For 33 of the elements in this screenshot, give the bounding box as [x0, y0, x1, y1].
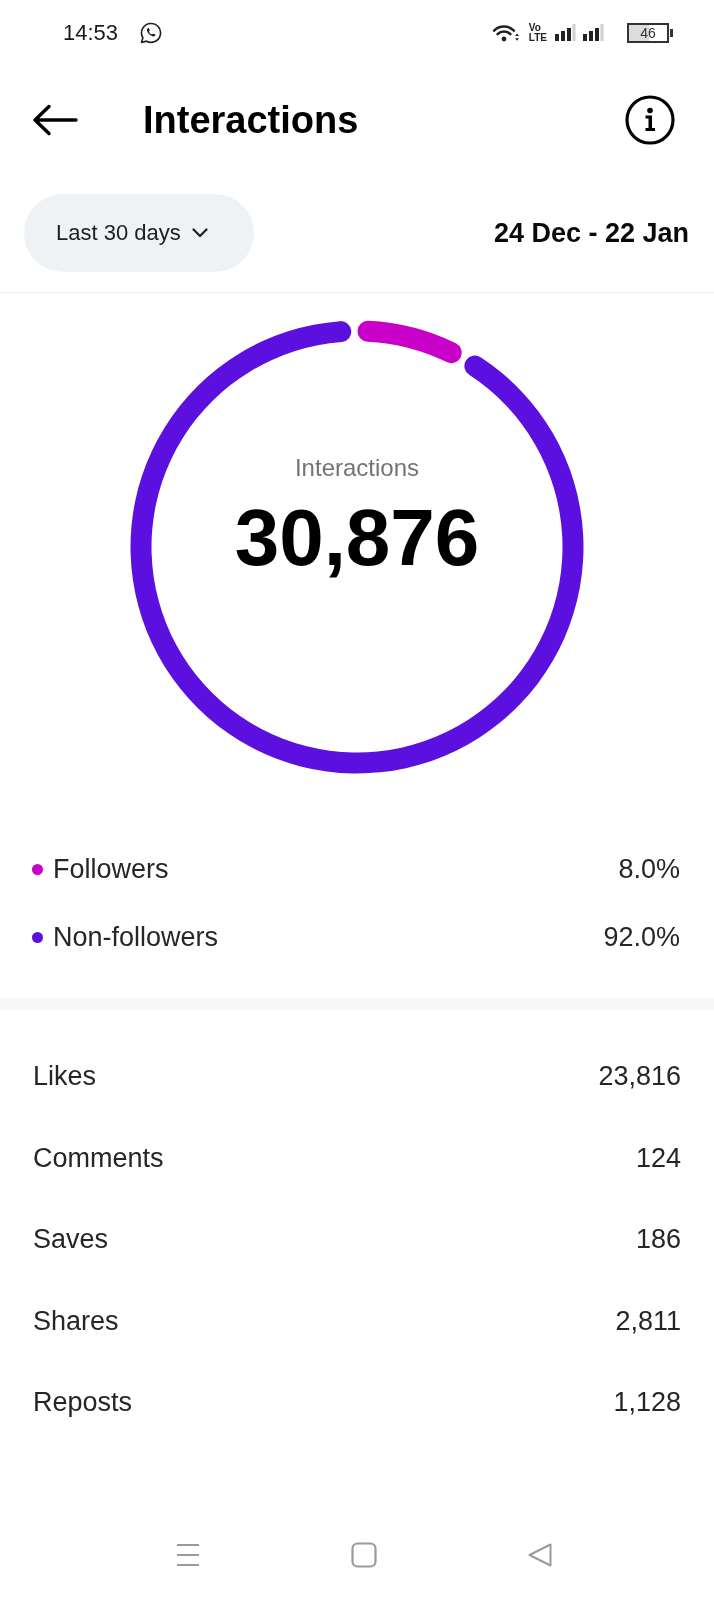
- square-icon[interactable]: [351, 1542, 377, 1568]
- status-time: 14:53: [63, 20, 119, 46]
- legend-value: 92.0%: [603, 921, 680, 953]
- metric-value: 124: [635, 1142, 681, 1174]
- page-title: Interactions: [143, 98, 359, 142]
- metric-value: 2,811: [615, 1305, 681, 1337]
- metric-label: Comments: [33, 1142, 164, 1174]
- legend-value: 8.0%: [618, 853, 680, 885]
- menu-icon[interactable]: [176, 1543, 200, 1567]
- left-arrow-icon[interactable]: [32, 104, 78, 136]
- metric-value: 1,128: [613, 1387, 681, 1419]
- signal-bars-icon: [582, 23, 604, 43]
- total-value: 30,876: [234, 496, 480, 580]
- metric-label: Saves: [33, 1224, 109, 1256]
- metric-label: Shares: [33, 1305, 119, 1337]
- network-type-label: LTE: [528, 33, 547, 43]
- network-type-label: Vo: [528, 23, 542, 33]
- legend-label: Non-followers: [53, 921, 219, 953]
- metric-label: Reposts: [33, 1387, 133, 1419]
- info-icon[interactable]: [625, 95, 675, 145]
- metric-value: 23,816: [598, 1061, 681, 1093]
- legend-label: Followers: [53, 853, 169, 885]
- chevron-down-icon[interactable]: [191, 228, 208, 238]
- battery-indicator: 46: [627, 23, 673, 43]
- date-range-text: 24 Dec - 22 Jan: [493, 217, 689, 249]
- signal-bars-icon: [554, 23, 576, 43]
- donut-center-label: Interactions: [294, 454, 420, 482]
- phone-bubble-icon: [140, 22, 163, 44]
- triangle-icon[interactable]: [528, 1543, 552, 1567]
- date-range-dropdown[interactable]: Last 30 days: [24, 194, 254, 272]
- metric-label: Likes: [33, 1061, 97, 1093]
- wifi-icon: [491, 23, 520, 43]
- metric-value: 186: [635, 1224, 681, 1256]
